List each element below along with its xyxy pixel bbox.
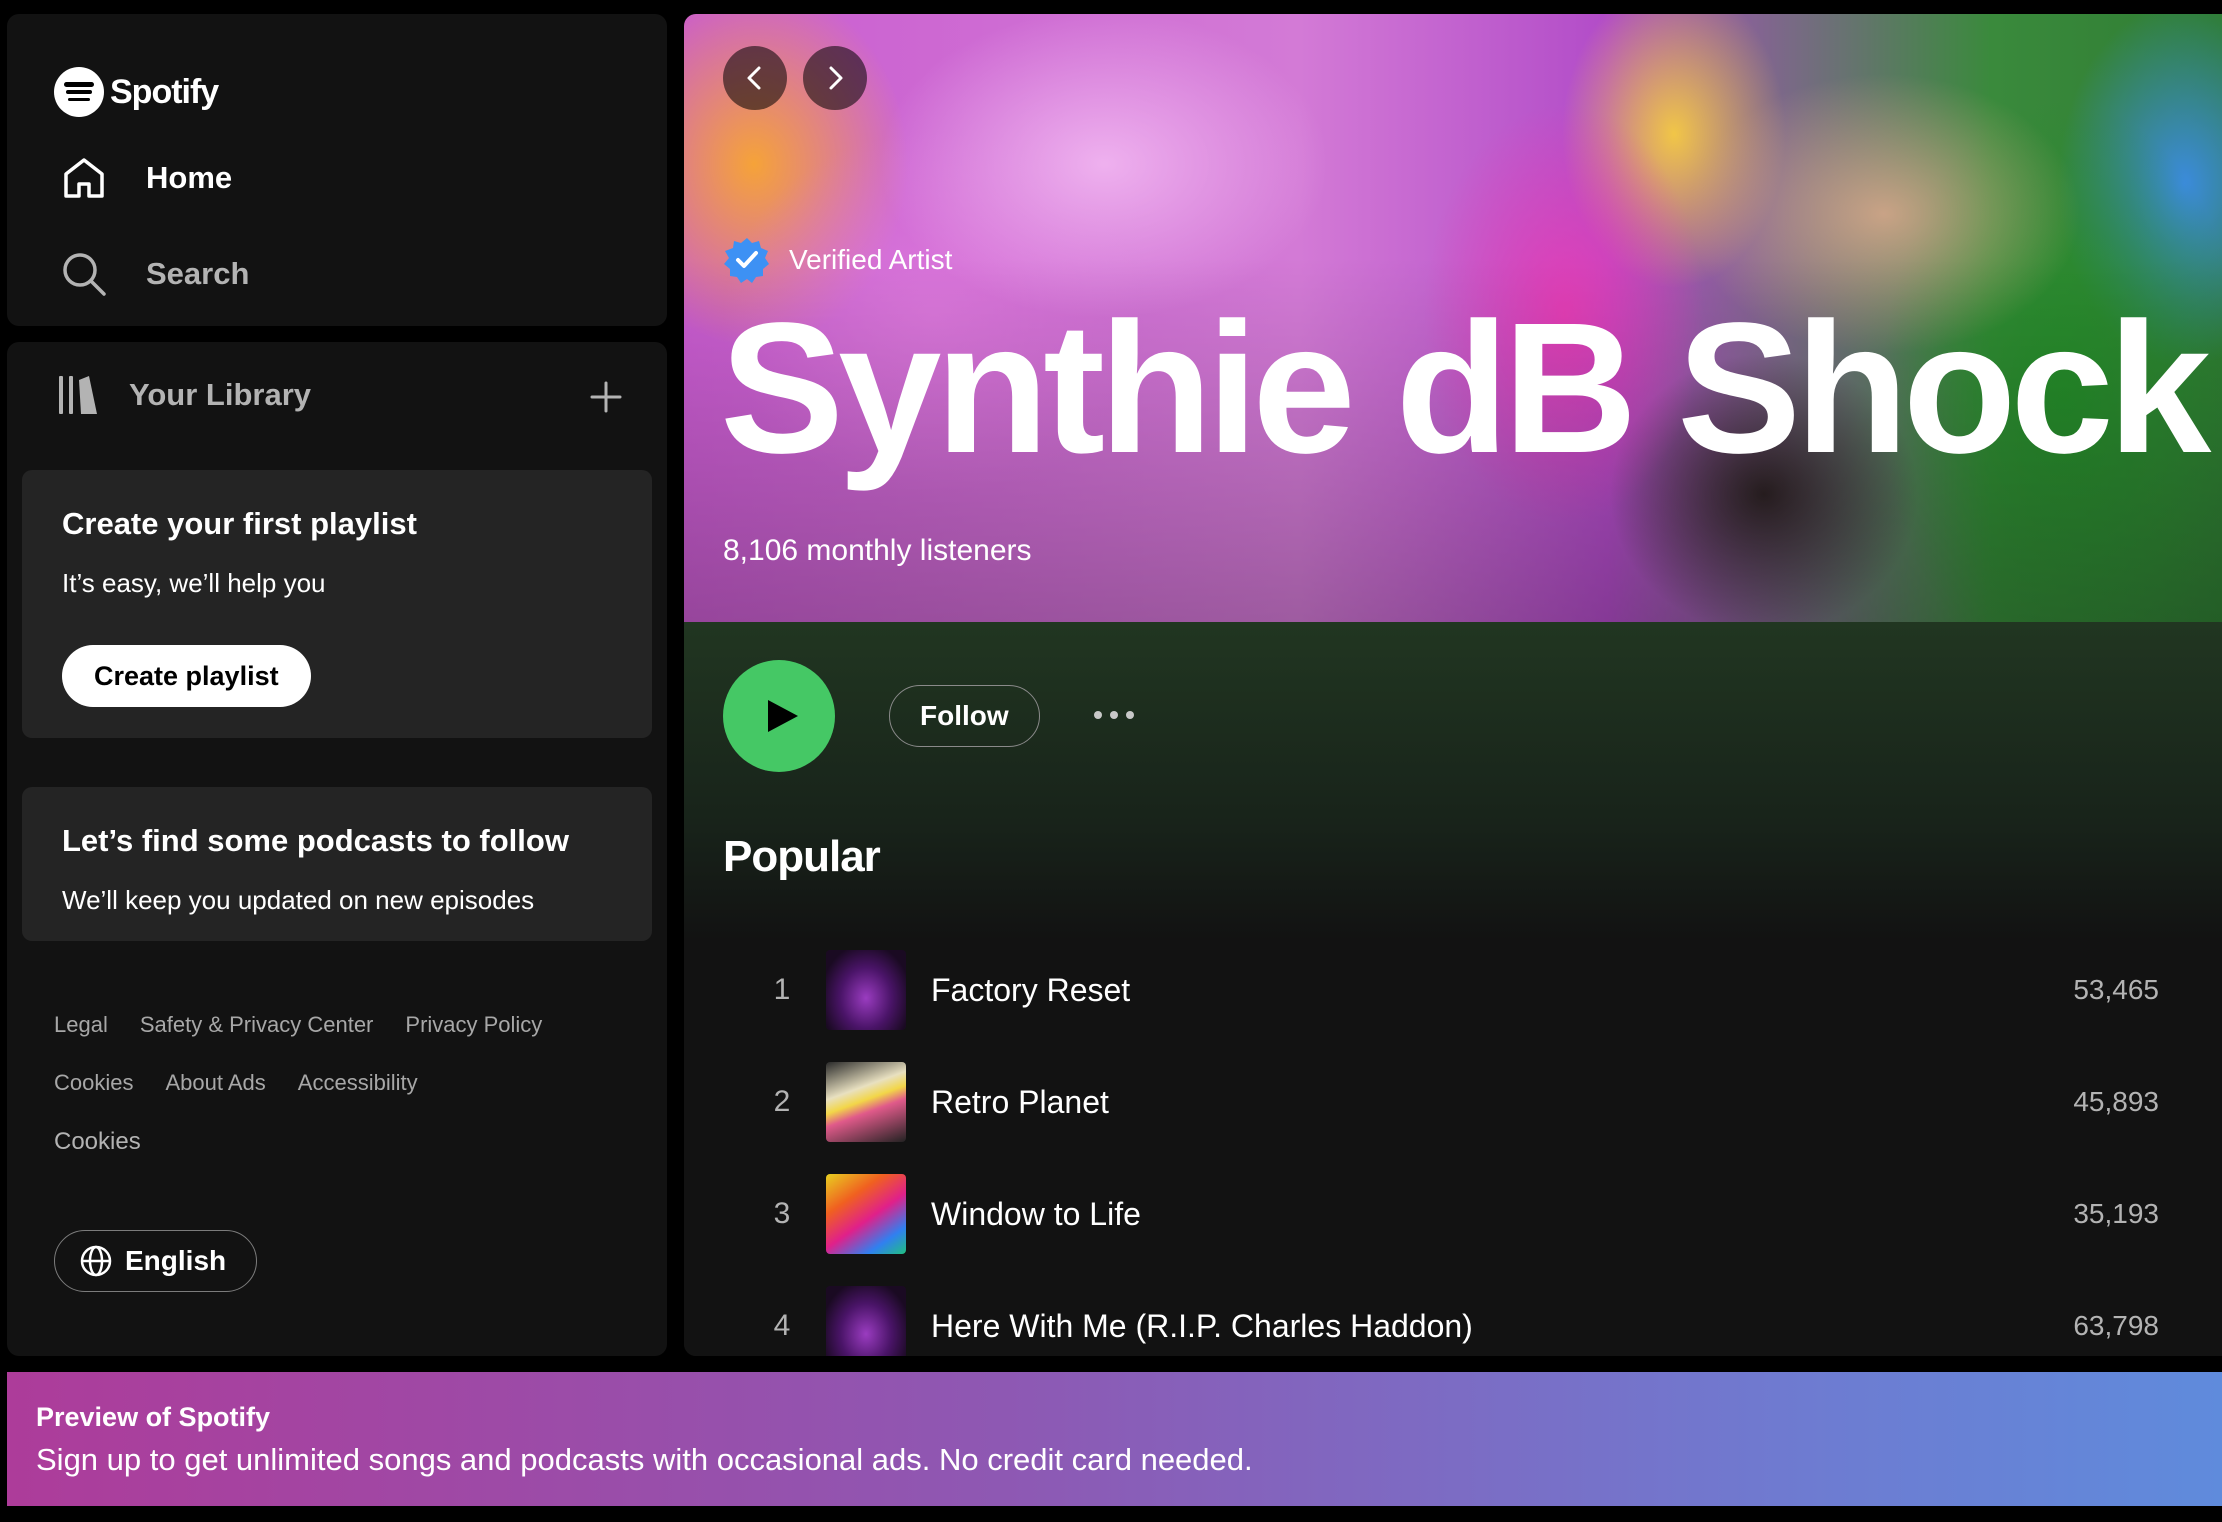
language-button[interactable]: English bbox=[54, 1230, 258, 1292]
track-rank: 1 bbox=[773, 973, 791, 1006]
nav-home-label: Home bbox=[146, 160, 233, 195]
footer-link-accessibility[interactable]: Accessibility bbox=[298, 1070, 418, 1096]
back-button[interactable] bbox=[723, 46, 787, 110]
banner-title: Preview of Spotify bbox=[36, 1402, 271, 1432]
create-playlist-title: Create your first playlist bbox=[62, 506, 417, 541]
spotify-logo-icon bbox=[54, 67, 104, 117]
banner-text: Sign up to get unlimited songs and podca… bbox=[36, 1442, 1253, 1477]
track-rank: 4 bbox=[773, 1309, 791, 1342]
main-view: Verified Artist Synthie dB Shock 8,106 m… bbox=[684, 14, 2222, 1356]
create-playlist-button[interactable]: Create playlist bbox=[62, 645, 311, 707]
library-title: Your Library bbox=[129, 377, 312, 412]
language-label: English bbox=[125, 1245, 227, 1276]
home-icon bbox=[64, 158, 104, 198]
track-cover bbox=[826, 950, 906, 1030]
popular-title: Popular bbox=[723, 832, 881, 881]
track-row[interactable]: 4 Here With Me (R.I.P. Charles Haddon) 6… bbox=[724, 1270, 2184, 1356]
footer-link-about-ads[interactable]: About Ads bbox=[165, 1070, 265, 1096]
spotify-logo[interactable]: Spotify bbox=[54, 67, 219, 117]
nav-panel: Spotify Home Search bbox=[7, 14, 667, 326]
track-rank: 3 bbox=[773, 1197, 791, 1230]
forward-button[interactable] bbox=[803, 46, 867, 110]
podcasts-title: Let’s find some podcasts to follow bbox=[62, 823, 569, 858]
library-icon bbox=[59, 376, 97, 414]
artist-hero: Verified Artist Synthie dB Shock 8,106 m… bbox=[684, 14, 2222, 622]
footer-link-legal[interactable]: Legal bbox=[54, 1012, 108, 1038]
track-row[interactable]: 3 Window to Life 35,193 bbox=[724, 1158, 2184, 1270]
track-cover bbox=[826, 1174, 906, 1254]
track-title: Window to Life bbox=[931, 1195, 1141, 1232]
verified-badge-icon bbox=[724, 238, 769, 283]
track-row[interactable]: 1 Factory Reset 53,465 bbox=[724, 934, 2184, 1046]
follow-button[interactable]: Follow bbox=[889, 685, 1040, 747]
nav-search-label: Search bbox=[146, 256, 250, 291]
podcasts-card: Let’s find some podcasts to follow We’ll… bbox=[22, 787, 652, 941]
search-icon bbox=[63, 253, 106, 296]
track-row[interactable]: 2 Retro Planet 45,893 bbox=[724, 1046, 2184, 1158]
chevron-left-icon bbox=[747, 66, 761, 90]
footer-link-privacy[interactable]: Privacy Policy bbox=[405, 1012, 542, 1038]
monthly-listeners: 8,106 monthly listeners bbox=[723, 534, 1032, 567]
track-title: Retro Planet bbox=[931, 1083, 1109, 1120]
plus-icon[interactable] bbox=[589, 380, 623, 414]
footer-links: Legal Safety & Privacy Center Privacy Po… bbox=[54, 1012, 614, 1188]
track-title: Here With Me (R.I.P. Charles Haddon) bbox=[931, 1307, 1473, 1344]
library-panel: Your Library Create your first playlist … bbox=[7, 342, 667, 1356]
podcasts-subtitle: We’ll keep you updated on new episodes bbox=[62, 885, 535, 915]
create-playlist-card: Create your first playlist It’s easy, we… bbox=[22, 470, 652, 738]
track-title: Factory Reset bbox=[931, 971, 1131, 1008]
play-button[interactable] bbox=[723, 660, 835, 772]
track-plays: 35,193 bbox=[2073, 1198, 2159, 1229]
verified-artist: Verified Artist bbox=[723, 236, 952, 284]
footer-link-safety[interactable]: Safety & Privacy Center bbox=[140, 1012, 374, 1038]
create-playlist-subtitle: It’s easy, we’ll help you bbox=[62, 568, 326, 598]
more-icon[interactable] bbox=[1084, 700, 1144, 730]
globe-icon bbox=[80, 1245, 112, 1277]
artist-name: Synthie dB Shock bbox=[720, 285, 2211, 492]
artist-content: Follow Popular 1 Factory Reset 53,465 2 … bbox=[684, 622, 2222, 1356]
footer-link-cookies[interactable]: Cookies bbox=[54, 1070, 133, 1096]
track-cover bbox=[826, 1062, 906, 1142]
chevron-right-icon bbox=[829, 66, 843, 90]
nav-home[interactable]: Home bbox=[60, 154, 232, 202]
nav-search[interactable]: Search bbox=[60, 250, 249, 298]
brand-name: Spotify bbox=[110, 72, 219, 111]
signup-banner[interactable]: Preview of Spotify Sign up to get unlimi… bbox=[7, 1372, 2222, 1506]
track-list: 1 Factory Reset 53,465 2 Retro Planet 45… bbox=[724, 934, 2184, 1356]
track-cover bbox=[826, 1286, 906, 1356]
verified-label: Verified Artist bbox=[789, 244, 953, 275]
track-plays: 63,798 bbox=[2073, 1310, 2159, 1341]
track-rank: 2 bbox=[773, 1085, 791, 1118]
footer-link-cookies-settings[interactable]: Cookies bbox=[54, 1128, 141, 1156]
track-plays: 45,893 bbox=[2073, 1086, 2159, 1117]
library-header[interactable]: Your Library bbox=[55, 372, 311, 418]
track-plays: 53,465 bbox=[2073, 974, 2159, 1005]
play-icon bbox=[768, 700, 798, 732]
